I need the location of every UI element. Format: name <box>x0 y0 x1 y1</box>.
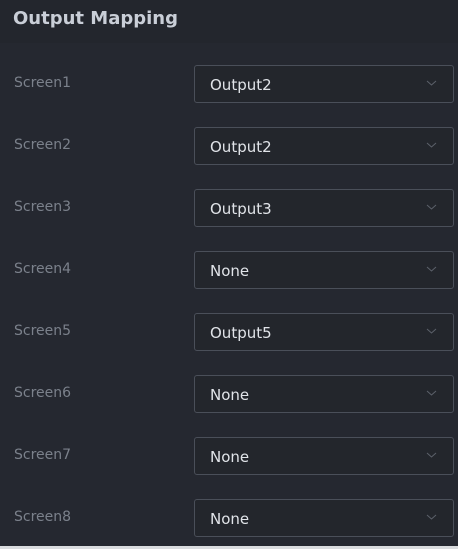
selected-output: None <box>210 386 250 404</box>
output-select-screen3[interactable]: Output3 <box>194 189 454 227</box>
mapping-row-screen5: Screen5 Output5 <box>0 301 458 363</box>
output-select-screen8[interactable]: None <box>194 499 454 537</box>
output-select-screen5[interactable]: Output5 <box>194 313 454 351</box>
chevron-down-icon <box>426 141 437 149</box>
selected-output: None <box>210 510 250 528</box>
output-select-screen1[interactable]: Output2 <box>194 65 454 103</box>
screen-label: Screen2 <box>14 137 72 153</box>
screen-label: Screen3 <box>14 199 72 215</box>
chevron-down-icon <box>426 79 437 87</box>
output-select-screen4[interactable]: None <box>194 251 454 289</box>
selected-output: None <box>210 262 250 280</box>
chevron-down-icon <box>426 451 437 459</box>
chevron-down-icon <box>426 513 437 521</box>
output-select-screen6[interactable]: None <box>194 375 454 413</box>
selected-output: None <box>210 448 250 466</box>
output-mapping-panel: Output Mapping Screen1 Output2 Screen2 O… <box>0 0 461 549</box>
mapping-rows: Screen1 Output2 Screen2 Output2 Screen3 … <box>0 53 458 549</box>
output-select-screen2[interactable]: Output2 <box>194 127 454 165</box>
panel-title: Output Mapping <box>13 8 178 29</box>
selected-output: Output3 <box>210 200 272 218</box>
mapping-row-screen2: Screen2 Output2 <box>0 115 458 177</box>
chevron-down-icon <box>426 265 437 273</box>
mapping-row-screen8: Screen8 None <box>0 487 458 549</box>
panel-header: Output Mapping <box>0 0 458 43</box>
screen-label: Screen5 <box>14 323 72 339</box>
mapping-row-screen6: Screen6 None <box>0 363 458 425</box>
screen-label: Screen7 <box>14 447 72 463</box>
screen-label: Screen8 <box>14 509 72 525</box>
mapping-row-screen4: Screen4 None <box>0 239 458 301</box>
selected-output: Output2 <box>210 76 272 94</box>
mapping-row-screen3: Screen3 Output3 <box>0 177 458 239</box>
mapping-row-screen1: Screen1 Output2 <box>0 53 458 115</box>
chevron-down-icon <box>426 327 437 335</box>
screen-label: Screen4 <box>14 261 72 277</box>
selected-output: Output5 <box>210 324 272 342</box>
screen-label: Screen1 <box>14 75 72 91</box>
selected-output: Output2 <box>210 138 272 156</box>
chevron-down-icon <box>426 203 437 211</box>
chevron-down-icon <box>426 389 437 397</box>
mapping-row-screen7: Screen7 None <box>0 425 458 487</box>
screen-label: Screen6 <box>14 385 72 401</box>
output-select-screen7[interactable]: None <box>194 437 454 475</box>
